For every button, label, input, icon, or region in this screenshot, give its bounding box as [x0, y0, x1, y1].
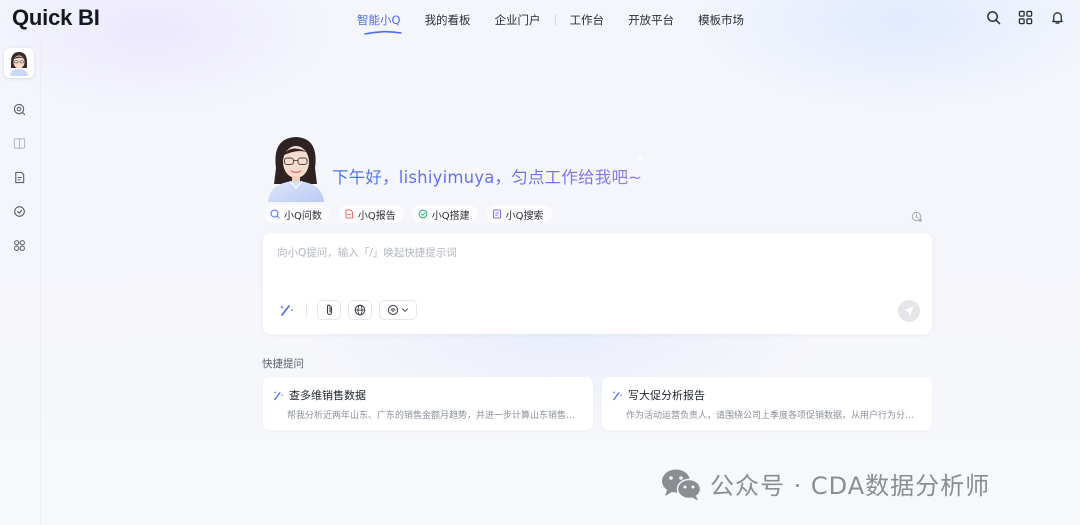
search-doc-icon [492, 209, 502, 219]
model-icon [387, 304, 399, 316]
nav-item-label: 智能小Q [357, 13, 401, 27]
nav-item-open-platform[interactable]: 开放平台 [616, 12, 686, 28]
quick-prompt-card-report[interactable]: 写大促分析报告 作为活动运营负责人，请围绕公司上季度各项促销数据，从用户行为分析… [602, 377, 932, 430]
quick-prompts-title: 快捷提问 [262, 358, 304, 370]
mode-chip-build[interactable]: 小Q搭建 [411, 205, 478, 223]
magic-wand-icon [273, 390, 283, 400]
avatar[interactable] [4, 48, 34, 78]
nav-item-label: 工作台 [569, 13, 605, 27]
assistant-hero-avatar [268, 137, 324, 202]
wechat-icon [662, 469, 702, 500]
question-input[interactable] [275, 243, 919, 287]
nav-item-workbench[interactable]: 工作台 [558, 12, 617, 28]
active-underline-icon [364, 30, 402, 35]
mode-chip-label: 小Q搜索 [505, 210, 544, 222]
history-icon[interactable] [911, 208, 923, 222]
watermark: 公众号 · CDA数据分析师 [660, 466, 990, 501]
report-icon[interactable] [11, 169, 27, 185]
build-icon[interactable] [11, 203, 27, 219]
quick-prompt-header: 写大促分析报告 [612, 387, 705, 403]
mode-chip-label: 小Q搭建 [431, 210, 470, 222]
web-search-button[interactable] [348, 300, 372, 320]
top-nav: 智能小Q 我的看板 企业门户 工作台 开放平台 模板市场 [345, 0, 756, 40]
nav-divider [554, 14, 556, 26]
book-icon[interactable] [11, 135, 27, 151]
nav-item-label: 企业门户 [494, 13, 541, 27]
nav-item-label: 开放平台 [628, 13, 675, 27]
qa-chat-icon [270, 209, 280, 219]
mode-chip-label: 小Q报告 [357, 210, 396, 222]
send-icon [904, 306, 914, 316]
nav-item-template-market[interactable]: 模板市场 [686, 12, 756, 28]
mode-chip-group: 小Q问数 小Q报告 小Q搭建 小Q搜索 [264, 205, 552, 223]
chat-input-panel [263, 233, 932, 334]
paperclip-icon [326, 304, 332, 316]
quick-prompt-card-sales[interactable]: 查多维销售数据 帮我分析近两年山东、广东的销售金额月趋势，并进一步计算山东销售金… [263, 377, 593, 430]
toolbar-divider [306, 303, 307, 317]
send-button[interactable] [898, 300, 920, 322]
mode-chip-search[interactable]: 小Q搜索 [485, 205, 552, 223]
mode-chip-label: 小Q问数 [284, 210, 322, 222]
nav-item-label: 我的看板 [424, 13, 471, 27]
bell-icon[interactable] [1048, 8, 1066, 26]
nav-item-my-dashboard[interactable]: 我的看板 [413, 12, 483, 28]
qa-chat-icon[interactable] [11, 101, 27, 117]
nav-item-smart-q[interactable]: 智能小Q [345, 12, 413, 35]
top-icon-group [984, 8, 1066, 26]
greeting-text: 下午好，lishiyimuya，匀点工作给我吧~ [332, 164, 642, 188]
sparkle-icon [638, 157, 642, 161]
attach-button[interactable] [317, 300, 341, 320]
app-logo[interactable]: Quick BI [12, 5, 100, 31]
quick-prompt-title: 查多维销售数据 [289, 389, 366, 402]
search-icon[interactable] [984, 8, 1002, 26]
top-bar: Quick BI 智能小Q 我的看板 企业门户 工作台 开放平台 模板市场 [0, 0, 1080, 40]
mode-chip-report[interactable]: 小Q报告 [337, 205, 404, 223]
watermark-text: 公众号 · CDA数据分析师 [710, 472, 991, 500]
quick-prompt-title: 写大促分析报告 [628, 389, 705, 402]
mode-chip-qa[interactable]: 小Q问数 [264, 205, 330, 223]
left-sidebar [0, 40, 41, 525]
build-icon [418, 209, 428, 219]
nav-item-label: 模板市场 [698, 13, 745, 27]
input-toolbar [278, 300, 424, 320]
apps-icon[interactable] [11, 237, 27, 253]
quick-prompt-desc: 作为活动运营负责人，请围绕公司上季度各项促销数据，从用户行为分析、转化率等维度撰… [626, 411, 922, 421]
chevron-down-icon [402, 308, 408, 313]
grid-apps-icon[interactable] [1016, 8, 1034, 26]
model-select-button[interactable] [379, 300, 417, 320]
quick-prompt-header: 查多维销售数据 [273, 387, 366, 403]
magic-wand-icon[interactable] [278, 301, 296, 319]
report-icon [344, 209, 354, 219]
quick-prompt-desc: 帮我分析近两年山东、广东的销售金额月趋势，并进一步计算山东销售金额同比增长率 [287, 411, 583, 421]
assistant-avatar-icon [10, 52, 28, 76]
magic-wand-icon [612, 390, 622, 400]
nav-item-portal[interactable]: 企业门户 [483, 12, 553, 28]
globe-icon [354, 304, 366, 316]
